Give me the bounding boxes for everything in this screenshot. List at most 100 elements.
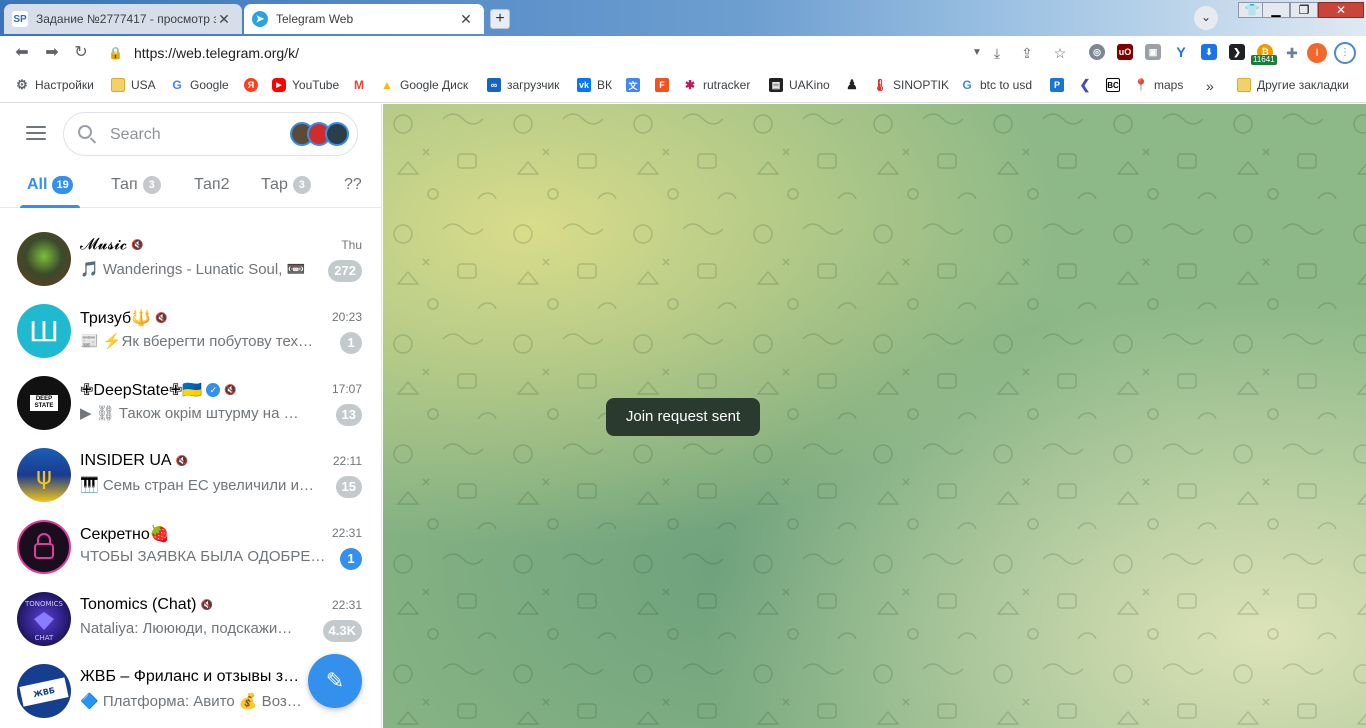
muted-icon: 🔇 bbox=[131, 239, 144, 251]
bookmark-google[interactable]: G Google bbox=[170, 78, 228, 92]
chat-name: ЖВБ – Фриланс и отзывы з… bbox=[80, 668, 300, 685]
back-button[interactable]: ⬅ bbox=[11, 42, 33, 64]
bookmark-translate[interactable]: 文 bbox=[626, 78, 646, 92]
bookmark-f[interactable]: F bbox=[655, 78, 675, 92]
bookmark-google-drive[interactable]: ▲ Google Диск bbox=[380, 78, 468, 92]
forward-button[interactable]: ➡ bbox=[41, 42, 63, 64]
chat-preview: 📰 ⚡Як вберегти побутову тех… bbox=[80, 333, 314, 350]
chat-item-tonomics[interactable]: TONOMICS CHAT Tonomics (Chat) 🔇 22:31 Nata… bbox=[0, 582, 381, 654]
chat-item-music[interactable]: 𝓜𝓾𝓼𝓲𝓬 🔇 Thu 🎵 Wanderings - Lunatic Soul, … bbox=[0, 222, 381, 294]
chat-name: Тризуб🔱 bbox=[80, 310, 152, 327]
lock-icon[interactable]: 🔒 bbox=[108, 46, 124, 60]
install-app-icon[interactable]: ⤓ bbox=[988, 44, 1006, 62]
svg-text:CHAT: CHAT bbox=[35, 634, 54, 642]
bookmark-label: USA bbox=[131, 78, 156, 92]
chat-background: Join request sent bbox=[383, 104, 1366, 728]
svg-text:Ш: Ш bbox=[29, 315, 59, 348]
bookmark-vk[interactable]: vk ВК bbox=[577, 78, 612, 92]
tab-title: Задание №2777417 - просмотр з bbox=[36, 12, 216, 26]
tab-tar[interactable]: Тар 3 bbox=[261, 176, 311, 194]
chevron-down-icon[interactable]: ⌄ bbox=[1194, 6, 1218, 30]
chevron-down-icon[interactable]: ▼ bbox=[968, 44, 986, 62]
chat-preview: ▶ ⛓ Також окрім штурму на … bbox=[80, 405, 299, 422]
browser-tab-task[interactable]: SP Задание №2777417 - просмотр з ✕ bbox=[4, 4, 242, 34]
browser-tab-strip: SP Задание №2777417 - просмотр з ✕ ➤ Tel… bbox=[0, 0, 1366, 36]
bookmark-rutracker[interactable]: ✱ rutracker bbox=[683, 78, 750, 92]
bookmark-label: Другие закладки bbox=[1257, 78, 1349, 92]
bookmark-sinoptik[interactable]: 🌡 SINOPTIK bbox=[872, 78, 949, 92]
download-extension-icon[interactable]: ⬇ bbox=[1201, 44, 1217, 60]
bookmark-arrow[interactable]: ❮ bbox=[1078, 77, 1098, 92]
profile-avatar[interactable]: I bbox=[1307, 43, 1327, 63]
active-tab-indicator bbox=[20, 205, 80, 208]
unread-badge: 1 bbox=[340, 548, 362, 570]
tab-count-badge: 19 bbox=[52, 176, 73, 194]
chat-time: 22:31 bbox=[331, 598, 362, 612]
address-bar[interactable]: 🔒 https://web.telegram.org/k/ bbox=[100, 40, 990, 66]
bookmark-bc[interactable]: BC bbox=[1106, 78, 1126, 92]
tab-tap[interactable]: Тап 3 bbox=[111, 176, 161, 194]
unread-badge: 1 bbox=[340, 332, 362, 354]
briefcase-icon[interactable]: ▣ bbox=[1145, 44, 1161, 60]
bookmark-label: maps bbox=[1154, 78, 1184, 92]
search-box[interactable] bbox=[63, 112, 358, 156]
url-text[interactable]: https://web.telegram.org/k/ bbox=[134, 45, 299, 61]
avatar bbox=[17, 520, 71, 574]
doodle-pattern bbox=[383, 104, 1366, 728]
minimize-button[interactable]: ▁ bbox=[1262, 2, 1290, 18]
bookmark-p[interactable]: P bbox=[1050, 78, 1070, 92]
bookmark-yandex[interactable]: Я bbox=[244, 78, 264, 92]
bookmark-settings[interactable]: ⚙ Настройки bbox=[15, 77, 94, 92]
tab-all[interactable]: All 19 bbox=[27, 176, 73, 194]
tab-tap2[interactable]: Тап2 bbox=[194, 176, 230, 194]
chat-item-tryzub[interactable]: Ш Тризуб🔱 🔇 20:23 📰 ⚡Як вберегти побутову… bbox=[0, 294, 381, 366]
muted-icon: 🔇 bbox=[175, 455, 189, 467]
more-bookmarks-button[interactable]: » bbox=[1206, 78, 1214, 94]
globe-icon[interactable]: ◎ bbox=[1089, 44, 1105, 60]
search-icon bbox=[78, 125, 92, 139]
bookmark-uakino[interactable]: ▤ UAKino bbox=[769, 78, 830, 92]
bookmark-downloader[interactable]: ∞ загрузчик bbox=[487, 78, 559, 92]
close-icon[interactable]: ✕ bbox=[216, 11, 232, 28]
yandex-icon: Я bbox=[244, 78, 258, 92]
browser-menu-icon[interactable]: ⋮ bbox=[1334, 42, 1356, 64]
trident-icon: Ш bbox=[29, 315, 59, 348]
bookmark-maps[interactable]: 📍 maps bbox=[1134, 78, 1184, 92]
bookmark-other[interactable]: Другие закладки bbox=[1237, 78, 1349, 92]
close-icon[interactable]: ✕ bbox=[458, 11, 474, 28]
search-input[interactable] bbox=[108, 123, 282, 147]
maximize-button[interactable]: ❐ bbox=[1290, 2, 1318, 18]
menu-icon[interactable] bbox=[26, 126, 46, 140]
new-message-button[interactable]: ✎ bbox=[308, 654, 362, 708]
bookmark-gmail[interactable]: M bbox=[352, 78, 372, 92]
toast-notification: Join request sent bbox=[606, 398, 760, 436]
ublock-icon[interactable]: uO bbox=[1117, 44, 1133, 60]
terminal-extension-icon[interactable]: ❯ bbox=[1229, 44, 1245, 60]
tab-label: ?? bbox=[344, 176, 362, 193]
chat-item-sekretno[interactable]: Секретно🍓 22:31 ЧТОБЫ ЗАЯВКА БЫЛА ОДОБРЕ… bbox=[0, 510, 381, 582]
chat-item-insider-ua[interactable]: ψ INSIDER UA 🔇 22:11 🎹 Семь стран ЕС увел… bbox=[0, 438, 381, 510]
chat-preview: 🔷 Платформа: Авито 💰 Воз… bbox=[80, 693, 302, 710]
puzzle-icon[interactable]: ✚ bbox=[1283, 44, 1301, 62]
unread-badge: 272 bbox=[328, 260, 362, 282]
bookmark-label: rutracker bbox=[703, 78, 751, 92]
story-avatar[interactable] bbox=[325, 122, 349, 146]
bookmark-youtube[interactable]: ▶ YouTube bbox=[272, 78, 339, 92]
avatar bbox=[17, 232, 71, 286]
share-icon[interactable]: ⇪ bbox=[1018, 44, 1036, 62]
reload-button[interactable]: ↻ bbox=[70, 42, 92, 64]
bookmark-usa[interactable]: USA bbox=[111, 78, 156, 92]
browser-tab-telegram[interactable]: ➤ Telegram Web ✕ bbox=[244, 4, 484, 34]
bookmark-label: YouTube bbox=[292, 78, 340, 92]
f-icon: F bbox=[655, 78, 669, 92]
chat-item-deepstate[interactable]: DEEP STATE ✙DeepState✙🇺🇦 ✓ 🔇 17:07 ▶ ⛓ Тако… bbox=[0, 366, 381, 438]
bookmark-chess[interactable]: ♟ bbox=[845, 77, 865, 92]
tab-unknown[interactable]: ?? bbox=[344, 176, 362, 194]
y-extension-icon[interactable]: Y bbox=[1173, 44, 1189, 60]
bookmark-btc-to-usd[interactable]: G btc to usd bbox=[960, 78, 1032, 92]
close-window-button[interactable]: ✕ bbox=[1318, 2, 1364, 18]
tab-count-badge: 3 bbox=[292, 176, 311, 194]
bookmark-star-icon[interactable]: ☆ bbox=[1051, 44, 1069, 62]
new-tab-button[interactable]: + bbox=[490, 9, 510, 29]
chat-name: Tonomics (Chat) bbox=[80, 596, 197, 613]
